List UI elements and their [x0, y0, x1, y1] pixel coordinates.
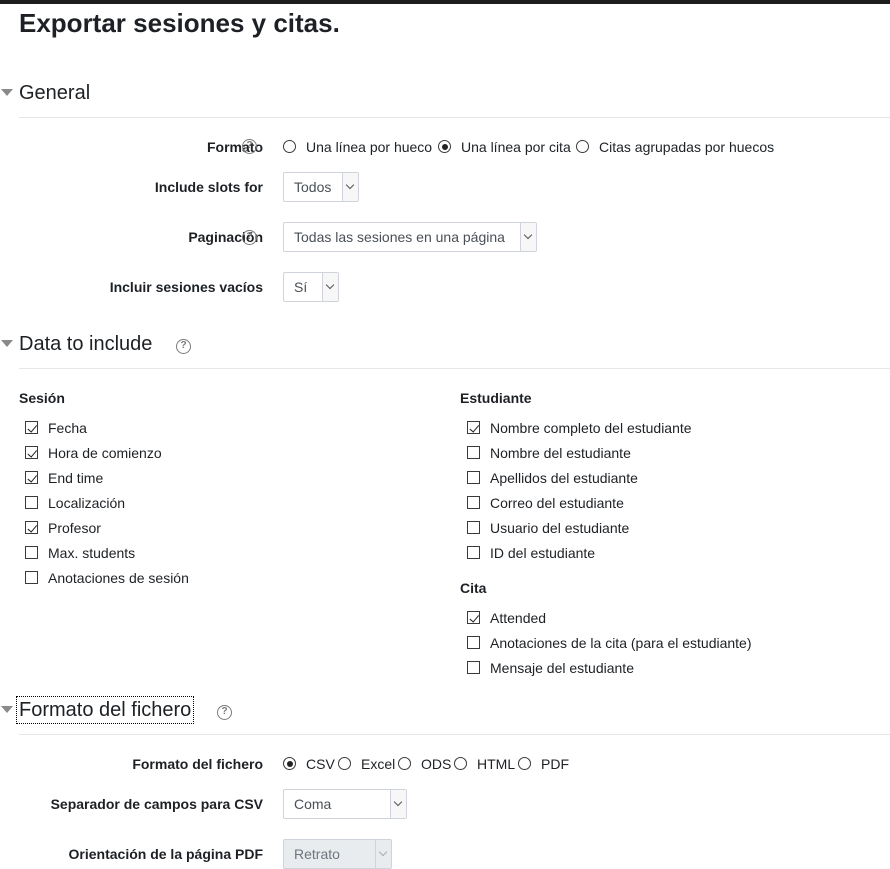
section-title-general[interactable]: General	[19, 80, 90, 106]
checkbox-label[interactable]: Max. students	[48, 543, 135, 563]
checkbox[interactable]	[25, 546, 38, 559]
radio-excel[interactable]	[338, 757, 351, 770]
checkbox-label[interactable]: Usuario del estudiante	[490, 518, 629, 538]
section-title-data-to-include[interactable]: Data to include	[19, 331, 152, 357]
radio-pdf[interactable]	[518, 757, 531, 770]
checkbox-label[interactable]: ID del estudiante	[490, 543, 595, 563]
chevron-down-icon	[520, 223, 536, 251]
checkbox[interactable]	[467, 661, 480, 674]
checkbox[interactable]	[25, 521, 38, 534]
collapse-triangle-icon[interactable]	[1, 340, 13, 347]
radio-label[interactable]: HTML	[477, 756, 515, 772]
select-value: Todas las sesiones en una página	[294, 229, 505, 245]
section-general-header[interactable]: General	[0, 80, 890, 118]
checkbox-label[interactable]: Nombre completo del estudiante	[490, 418, 692, 438]
select-value: Sí	[294, 279, 308, 295]
orientacion-label: Orientación de la página PDF	[68, 846, 263, 862]
radio-label[interactable]: Una línea por hueco	[306, 139, 432, 155]
chevron-down-icon	[342, 173, 358, 201]
checkbox-label[interactable]: End time	[48, 468, 103, 488]
incluir-vacios-select[interactable]: Sí	[283, 272, 339, 302]
checkbox[interactable]	[467, 446, 480, 459]
checkbox-label[interactable]: Anotaciones de sesión	[48, 568, 189, 588]
group-title-sesion: Sesión	[19, 390, 65, 406]
checkbox[interactable]	[467, 496, 480, 509]
chevron-down-icon	[390, 790, 406, 818]
radio-citas-agrupadas[interactable]	[576, 140, 589, 153]
separador-label: Separador de campos para CSV	[50, 796, 263, 812]
separador-select[interactable]: Coma	[283, 789, 407, 819]
select-value: Coma	[294, 796, 332, 812]
collapse-triangle-icon[interactable]	[1, 89, 13, 96]
checkbox[interactable]	[25, 471, 38, 484]
checkbox[interactable]	[467, 636, 480, 649]
checkbox[interactable]	[25, 421, 38, 434]
checkbox-label[interactable]: Attended	[490, 608, 546, 628]
checkbox-label[interactable]: Anotaciones de la cita (para el estudian…	[490, 633, 752, 653]
checkbox-label[interactable]: Correo del estudiante	[490, 493, 624, 513]
section-title-formato-fichero[interactable]: Formato del fichero	[15, 696, 195, 724]
radio-csv[interactable]	[283, 757, 296, 770]
radio-label[interactable]: CSV	[306, 756, 335, 772]
checkbox-label[interactable]: Hora de comienzo	[48, 443, 162, 463]
checkbox-label[interactable]: Profesor	[48, 518, 101, 538]
select-value: Retrato	[294, 846, 340, 862]
checkbox[interactable]	[25, 446, 38, 459]
radio-label[interactable]: Citas agrupadas por huecos	[599, 139, 774, 155]
checkbox[interactable]	[467, 546, 480, 559]
page-title: Exportar sesiones y citas.	[19, 8, 340, 38]
section-fichero-header[interactable]: Formato del fichero	[0, 696, 890, 735]
chevron-down-icon	[322, 273, 338, 301]
checkbox-label[interactable]: Mensaje del estudiante	[490, 658, 634, 678]
checkbox-label[interactable]: Apellidos del estudiante	[490, 468, 638, 488]
section-divider	[19, 368, 890, 369]
section-data-header[interactable]: Data to include	[0, 331, 890, 369]
section-divider	[19, 117, 890, 118]
paginacion-select[interactable]: Todas las sesiones en una página	[283, 222, 537, 252]
radio-label[interactable]: Una línea por cita	[461, 139, 571, 155]
section-divider	[19, 734, 890, 735]
checkbox[interactable]	[25, 496, 38, 509]
checkbox[interactable]	[467, 611, 480, 624]
include-slots-select[interactable]: Todos	[283, 172, 359, 202]
radio-una-linea-por-cita[interactable]	[438, 140, 451, 153]
checkbox-label[interactable]: Fecha	[48, 418, 87, 438]
checkbox-label[interactable]: Localización	[48, 493, 125, 513]
chevron-down-icon	[375, 840, 391, 868]
radio-label[interactable]: ODS	[421, 756, 451, 772]
file-format-label: Formato del fichero	[132, 756, 263, 772]
help-icon[interactable]: ?	[242, 230, 257, 245]
radio-html[interactable]	[454, 757, 467, 770]
radio-label[interactable]: PDF	[541, 756, 569, 772]
group-title-estudiante: Estudiante	[460, 390, 532, 406]
checkbox[interactable]	[467, 471, 480, 484]
orientacion-select[interactable]: Retrato	[283, 839, 392, 869]
checkbox-label[interactable]: Nombre del estudiante	[490, 443, 631, 463]
radio-label[interactable]: Excel	[361, 756, 395, 772]
radio-ods[interactable]	[398, 757, 411, 770]
checkbox[interactable]	[467, 421, 480, 434]
help-icon[interactable]: ?	[217, 705, 232, 720]
group-title-cita: Cita	[460, 580, 487, 596]
incluir-vacios-label: Incluir sesiones vacíos	[109, 279, 263, 295]
include-slots-label: Include slots for	[154, 179, 263, 195]
collapse-triangle-icon[interactable]	[1, 706, 13, 713]
checkbox[interactable]	[25, 571, 38, 584]
radio-una-linea-por-hueco[interactable]	[283, 140, 296, 153]
select-value: Todos	[294, 179, 332, 195]
help-icon[interactable]: ?	[176, 339, 191, 354]
help-icon[interactable]: ?	[242, 139, 257, 154]
checkbox[interactable]	[467, 521, 480, 534]
